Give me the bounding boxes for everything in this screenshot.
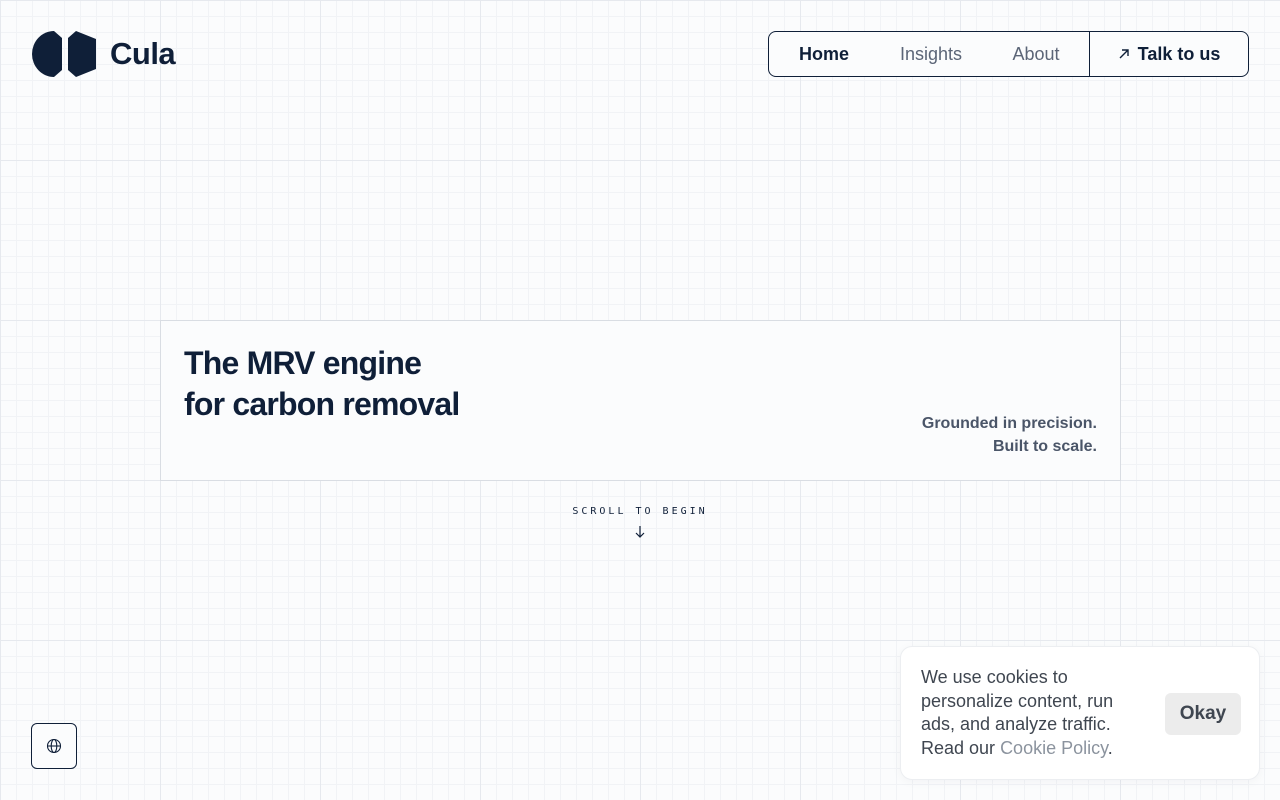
nav-item-insights[interactable]: Insights: [879, 32, 983, 76]
hero-title-line: The MRV engine: [184, 345, 422, 381]
okay-button[interactable]: Okay: [1165, 693, 1241, 735]
language-button[interactable]: [31, 723, 77, 769]
cookie-banner: We use cookies to personalize content, r…: [900, 646, 1260, 780]
hero-title: The MRV engine for carbon removal: [184, 343, 460, 425]
arrow-down-icon: [635, 526, 645, 538]
main-nav: Home Insights About Talk to us: [768, 31, 1249, 77]
cula-logo-icon: [32, 31, 96, 77]
talk-to-us-label: Talk to us: [1137, 43, 1221, 64]
cookie-policy-link[interactable]: Cookie Policy: [1000, 738, 1108, 758]
brand-logo[interactable]: Cula: [32, 31, 176, 77]
nav-item-about[interactable]: About: [983, 32, 1089, 76]
talk-to-us-button[interactable]: Talk to us: [1089, 32, 1248, 76]
globe-icon: [46, 738, 62, 754]
nav-item-home[interactable]: Home: [769, 32, 879, 76]
cookie-message: We use cookies to personalize content, r…: [921, 666, 1141, 760]
hero-panel: The MRV engine for carbon removal Ground…: [160, 320, 1121, 481]
hero-tagline-line: Built to scale.: [992, 438, 1097, 455]
arrow-up-right-icon: [1119, 49, 1129, 59]
scroll-label: SCROLL TO BEGIN: [572, 506, 708, 517]
scroll-cue[interactable]: SCROLL TO BEGIN: [540, 506, 740, 539]
hero-tagline: Grounded in precision. Built to scale.: [922, 412, 1097, 458]
hero-tagline-line: Grounded in precision.: [921, 415, 1097, 432]
brand-name: Cula: [110, 36, 176, 71]
hero-title-line: for carbon removal: [184, 386, 460, 422]
cookie-message-end: .: [1107, 737, 1113, 758]
